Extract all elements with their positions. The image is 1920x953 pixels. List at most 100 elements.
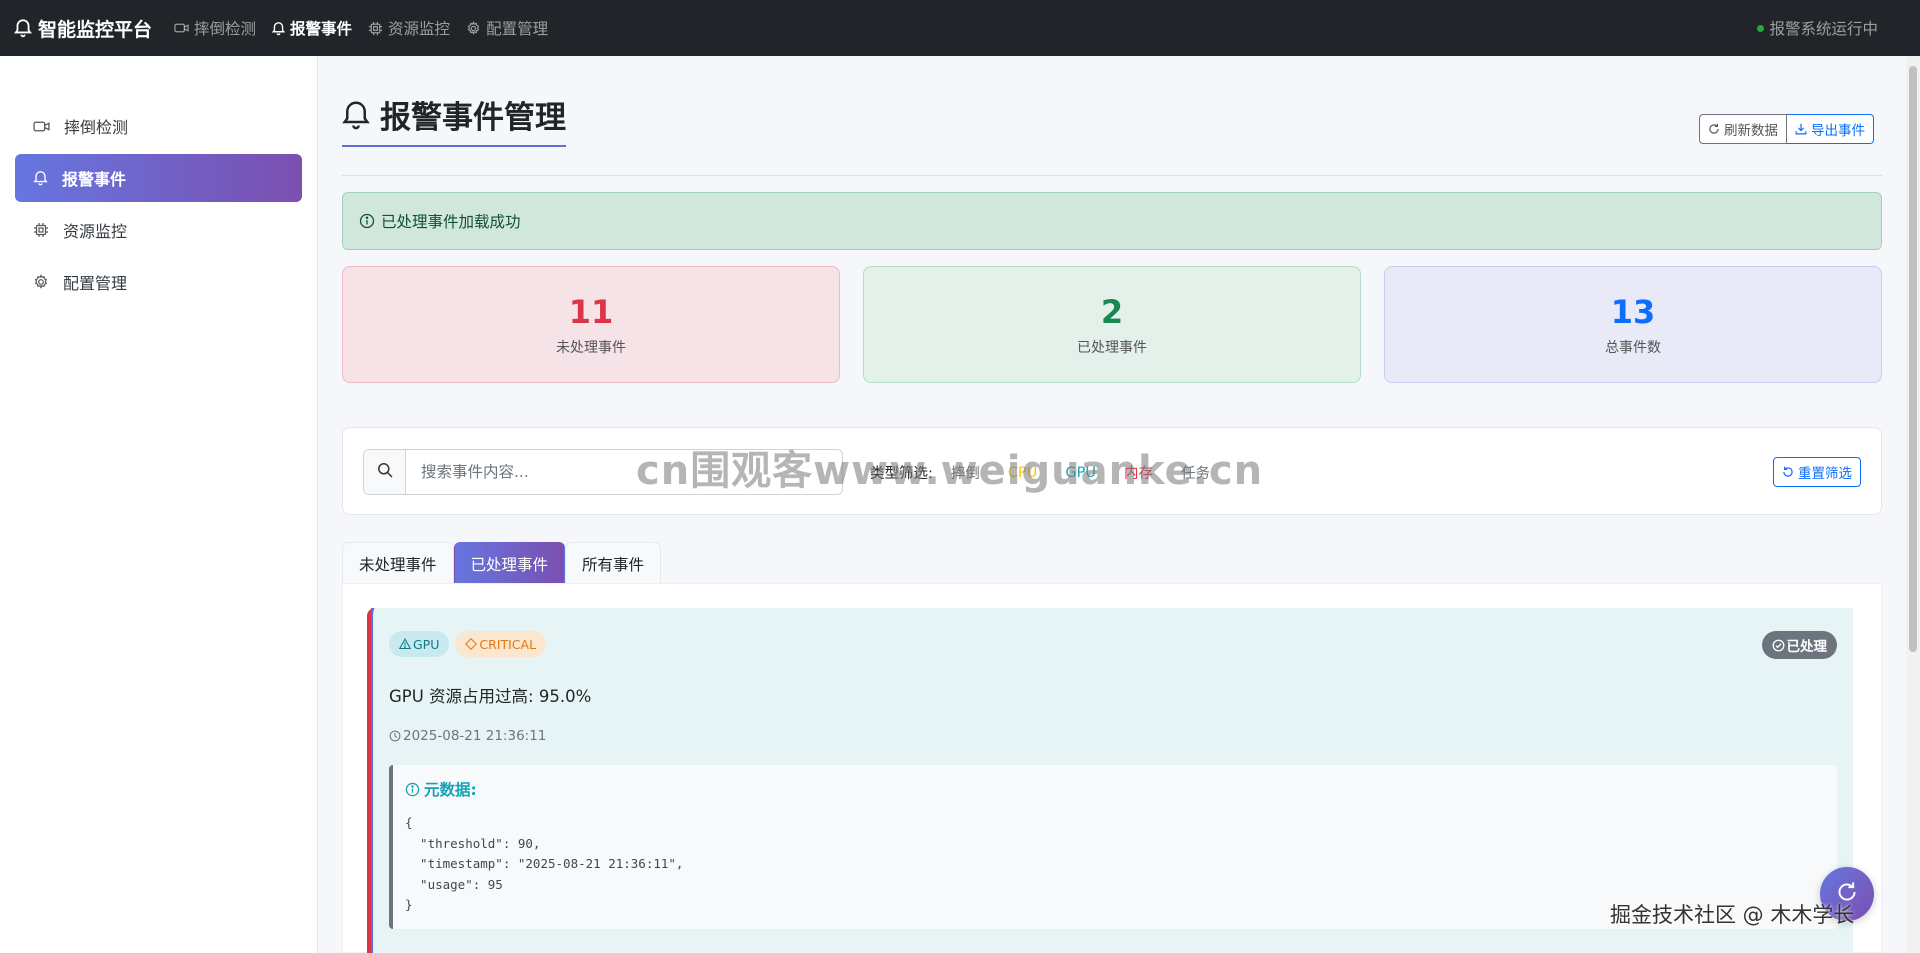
vertical-scrollbar[interactable] xyxy=(1906,56,1920,953)
sidebar-item-fall-detection[interactable]: 摔倒检测 xyxy=(15,102,302,150)
floating-refresh-button[interactable] xyxy=(1820,867,1874,921)
event-card[interactable]: GPU CRITICAL 已处理 GPU 资源占用过高: 95.0% 2025-… xyxy=(367,608,1853,953)
event-time: 2025-08-21 21:36:11 xyxy=(389,728,546,744)
tab-unprocessed[interactable]: 未处理事件 xyxy=(342,542,454,584)
cpu-icon xyxy=(33,222,49,238)
sidebar-item-config[interactable]: 配置管理 xyxy=(15,258,302,306)
nav-link-label: 摔倒检测 xyxy=(194,20,257,38)
system-status: 报警系统运行中 xyxy=(1757,17,1878,39)
check-circle-icon xyxy=(1772,639,1785,652)
event-time-text: 2025-08-21 21:36:11 xyxy=(403,728,547,744)
refresh-icon xyxy=(1708,123,1720,135)
stat-unprocessed: 11 未处理事件 xyxy=(342,266,840,383)
warning-triangle-icon xyxy=(399,638,411,650)
refresh-icon xyxy=(1836,881,1858,907)
sidebar-item-label: 配置管理 xyxy=(63,274,128,293)
metadata-json: { "threshold": 90, "timestamp": "2025-08… xyxy=(405,815,684,912)
tab-processed[interactable]: 已处理事件 xyxy=(453,542,566,584)
alert-message: 已处理事件加载成功 xyxy=(381,213,521,231)
nav-link-label: 资源监控 xyxy=(388,20,451,38)
main-content: 报警事件管理 刷新数据 导出事件 已处理事件加载成功 11 未处理事件 2 已处… xyxy=(342,56,1882,953)
brand-title: 智能监控平台 xyxy=(38,18,153,41)
refresh-button[interactable]: 刷新数据 xyxy=(1699,114,1787,144)
camera-video-icon xyxy=(174,22,189,34)
filter-card: 类型筛选: 摔倒 CPU GPU 内存 任务 重置筛选 xyxy=(342,427,1882,515)
type-filter: 类型筛选: 摔倒 CPU GPU 内存 任务 xyxy=(870,462,1238,483)
stat-processed: 2 已处理事件 xyxy=(863,266,1361,383)
status-badge: 已处理 xyxy=(1761,631,1837,659)
type-option-gpu[interactable]: GPU xyxy=(1065,465,1096,481)
search-button[interactable] xyxy=(364,450,406,494)
sidebar-item-label: 报警事件 xyxy=(62,170,127,189)
stat-value: 11 xyxy=(568,292,614,331)
sidebar-item-alarm-events[interactable]: 报警事件 xyxy=(15,154,302,202)
bell-icon xyxy=(272,21,286,36)
export-button[interactable]: 导出事件 xyxy=(1787,114,1874,144)
brand[interactable]: 智能监控平台 xyxy=(14,15,152,42)
stat-label: 已处理事件 xyxy=(1077,339,1147,356)
success-alert: 已处理事件加载成功 xyxy=(342,192,1882,250)
metadata-title: 元数据: xyxy=(405,778,477,800)
search-group xyxy=(363,449,843,495)
sidebar-item-label: 资源监控 xyxy=(63,222,128,241)
sidebar-item-resource-monitor[interactable]: 资源监控 xyxy=(15,206,302,254)
info-circle-icon xyxy=(405,782,420,797)
nav-link-label: 配置管理 xyxy=(486,20,549,38)
event-badges: GPU CRITICAL xyxy=(389,631,552,657)
bell-icon xyxy=(14,18,32,38)
type-option-cpu[interactable]: CPU xyxy=(1008,465,1037,481)
camera-video-icon xyxy=(33,120,50,133)
event-tabs: 未处理事件 已处理事件 所有事件 xyxy=(342,542,1882,584)
stat-total: 13 总事件数 xyxy=(1384,266,1882,383)
type-option-task[interactable]: 任务 xyxy=(1181,462,1210,483)
type-option-memory[interactable]: 内存 xyxy=(1124,462,1153,483)
metadata-box: 元数据: { "threshold": 90, "timestamp": "20… xyxy=(389,765,1837,929)
export-label: 导出事件 xyxy=(1811,123,1865,139)
type-badge-label: GPU xyxy=(413,636,440,652)
nav-link-alarm-events[interactable]: 报警事件 xyxy=(272,17,352,39)
refresh-label: 刷新数据 xyxy=(1724,123,1778,139)
page-header: 报警事件管理 刷新数据 导出事件 xyxy=(342,92,1882,147)
tab-panel: GPU CRITICAL 已处理 GPU 资源占用过高: 95.0% 2025-… xyxy=(342,583,1882,953)
nav-link-fall-detection[interactable]: 摔倒检测 xyxy=(174,17,256,39)
status-text: 报警系统运行中 xyxy=(1769,20,1878,38)
stat-value: 13 xyxy=(1610,292,1656,331)
gear-icon xyxy=(33,274,49,290)
page-title-text: 报警事件管理 xyxy=(380,100,566,136)
level-badge-label: CRITICAL xyxy=(479,636,537,652)
bell-icon xyxy=(342,99,370,131)
info-circle-icon xyxy=(359,213,375,229)
stat-value: 2 xyxy=(1100,292,1124,331)
reset-label: 重置筛选 xyxy=(1798,466,1852,482)
reset-filter-button[interactable]: 重置筛选 xyxy=(1773,457,1861,487)
search-icon xyxy=(377,462,393,482)
stat-label: 未处理事件 xyxy=(556,339,626,356)
type-option-fall[interactable]: 摔倒 xyxy=(951,462,980,483)
header-actions: 刷新数据 导出事件 xyxy=(1699,114,1874,144)
level-badge: CRITICAL xyxy=(455,631,547,657)
metadata-title-text: 元数据: xyxy=(424,781,477,799)
clock-icon xyxy=(389,730,401,742)
page-title: 报警事件管理 xyxy=(342,92,566,147)
reset-icon xyxy=(1782,466,1794,478)
download-icon xyxy=(1795,123,1807,135)
stat-label: 总事件数 xyxy=(1605,339,1661,356)
type-badge: GPU xyxy=(389,631,450,657)
scrollbar-thumb[interactable] xyxy=(1909,66,1917,652)
nav-link-config[interactable]: 配置管理 xyxy=(466,17,548,39)
gear-icon xyxy=(466,20,481,36)
sidebar: 摔倒检测 报警事件 资源监控 配置管理 xyxy=(0,56,318,953)
type-filter-label: 类型筛选: xyxy=(870,466,933,482)
divider xyxy=(342,175,1882,176)
cpu-icon xyxy=(368,21,383,36)
nav-link-label: 报警事件 xyxy=(290,20,353,38)
top-navbar: 智能监控平台 摔倒检测 报警事件 资源监控 配置管理 报警系统运行中 xyxy=(0,0,1920,56)
status-dot xyxy=(1757,24,1765,32)
search-input[interactable] xyxy=(406,450,842,494)
tab-all[interactable]: 所有事件 xyxy=(565,542,662,584)
event-title: GPU 资源占用过高: 95.0% xyxy=(389,687,592,706)
nav-link-resource-monitor[interactable]: 资源监控 xyxy=(368,17,450,39)
status-badge-label: 已处理 xyxy=(1786,639,1828,655)
diamond-icon xyxy=(465,638,478,650)
sidebar-item-label: 摔倒检测 xyxy=(64,118,129,137)
